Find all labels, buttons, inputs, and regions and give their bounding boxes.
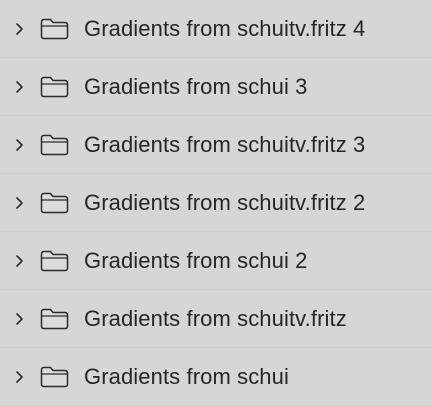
- folder-list: Gradients from schuitv.fritz 4 Gradients…: [0, 0, 432, 406]
- chevron-right-icon[interactable]: [14, 138, 26, 152]
- folder-row[interactable]: Gradients from schui 3: [0, 58, 432, 116]
- folder-name: Gradients from schuitv.fritz: [84, 306, 347, 331]
- folder-row[interactable]: Gradients from schui: [0, 348, 432, 406]
- folder-name: Gradients from schui 3: [84, 74, 308, 99]
- folder-row[interactable]: Gradients from schuitv.fritz 2: [0, 174, 432, 232]
- folder-name: Gradients from schuitv.fritz 2: [84, 190, 366, 215]
- chevron-right-icon[interactable]: [14, 312, 26, 326]
- folder-icon: [40, 308, 69, 330]
- chevron-right-icon[interactable]: [14, 196, 26, 210]
- folder-row[interactable]: Gradients from schuitv.fritz 3: [0, 116, 432, 174]
- folder-name: Gradients from schuitv.fritz 4: [84, 16, 366, 41]
- folder-row[interactable]: Gradients from schuitv.fritz: [0, 290, 432, 348]
- chevron-right-icon[interactable]: [14, 80, 26, 94]
- chevron-right-icon[interactable]: [14, 254, 26, 268]
- folder-row[interactable]: Gradients from schuitv.fritz 4: [0, 0, 432, 58]
- folder-row[interactable]: Gradients from schui 2: [0, 232, 432, 290]
- folder-name: Gradients from schuitv.fritz 3: [84, 132, 366, 157]
- folder-icon: [40, 192, 69, 214]
- chevron-right-icon[interactable]: [14, 22, 26, 36]
- folder-icon: [40, 250, 69, 272]
- folder-name: Gradients from schui 2: [84, 248, 308, 273]
- folder-icon: [40, 76, 69, 98]
- folder-name: Gradients from schui: [84, 364, 289, 389]
- folder-icon: [40, 134, 69, 156]
- folder-icon: [40, 18, 69, 40]
- chevron-right-icon[interactable]: [14, 370, 26, 384]
- folder-icon: [40, 366, 69, 388]
